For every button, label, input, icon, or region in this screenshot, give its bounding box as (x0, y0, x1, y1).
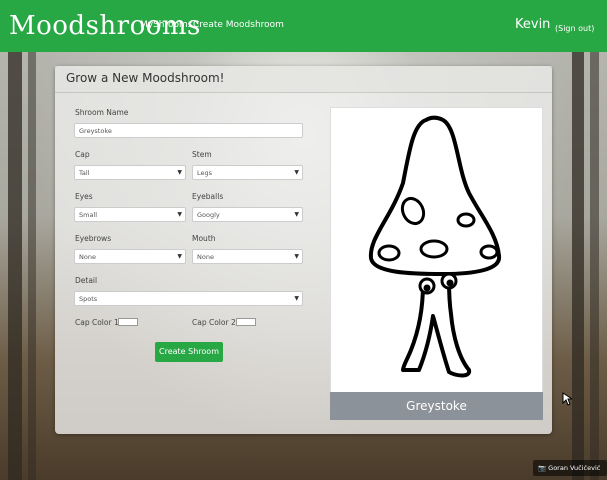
mouse-cursor-icon (562, 392, 572, 406)
eyeballs-select[interactable]: Googly ▼ (192, 207, 303, 222)
mouth-select[interactable]: None ▼ (192, 249, 303, 264)
shroom-name-label: Shroom Name (75, 108, 129, 117)
chevron-down-icon: ▼ (177, 211, 182, 218)
tree-trunk (8, 52, 22, 480)
chevron-down-icon: ▼ (294, 211, 299, 218)
cap-select[interactable]: Tall ▼ (74, 165, 186, 180)
shroom-name-input[interactable]: Greystoke (74, 123, 303, 138)
preview-caption: Greystoke (330, 392, 543, 420)
eyebrows-select[interactable]: None ▼ (74, 249, 186, 264)
eyes-label: Eyes (75, 192, 93, 201)
chevron-down-icon: ▼ (294, 253, 299, 260)
chevron-down-icon: ▼ (294, 295, 299, 302)
camera-icon: 📷 (538, 464, 547, 472)
photo-credit: 📷 Goran Vučićević (533, 460, 607, 476)
panel-title: Grow a New Moodshroom! (66, 71, 225, 85)
create-shroom-button[interactable]: Create Shroom (155, 342, 223, 362)
chevron-down-icon: ▼ (177, 169, 182, 176)
mouth-label: Mouth (192, 234, 216, 243)
eyebrows-label: Eyebrows (75, 234, 112, 243)
mushroom-illustration (368, 115, 501, 378)
eyeballs-label: Eyeballs (192, 192, 224, 201)
user-name: Kevin (515, 17, 551, 32)
cap-color1-label: Cap Color 1 (75, 318, 119, 327)
eyes-select[interactable]: Small ▼ (74, 207, 186, 222)
tree-trunk (590, 52, 599, 480)
stem-label: Stem (192, 150, 212, 159)
cap-label: Cap (75, 150, 90, 159)
navbar: Moodshrooms MyShrooms Create Moodshroom … (0, 0, 607, 52)
shroom-preview (330, 107, 543, 420)
detail-label: Detail (75, 276, 98, 285)
tree-trunk (28, 52, 36, 480)
sign-out-link[interactable]: (Sign out) (555, 24, 594, 33)
stem-select[interactable]: Legs ▼ (192, 165, 303, 180)
nav-link-create[interactable]: Create Moodshroom (193, 20, 284, 30)
panel-header: Grow a New Moodshroom! (55, 66, 552, 93)
chevron-down-icon: ▼ (294, 169, 299, 176)
cap-color2-label: Cap Color 2 (192, 318, 236, 327)
photo-credit-text: Goran Vučićević (548, 464, 601, 472)
detail-select[interactable]: Spots ▼ (74, 291, 303, 306)
cap-color1-picker[interactable] (118, 318, 138, 326)
cap-color2-picker[interactable] (236, 318, 256, 326)
nav-link-myshrooms[interactable]: MyShrooms (140, 20, 192, 30)
tree-trunk (572, 52, 584, 480)
chevron-down-icon: ▼ (177, 253, 182, 260)
